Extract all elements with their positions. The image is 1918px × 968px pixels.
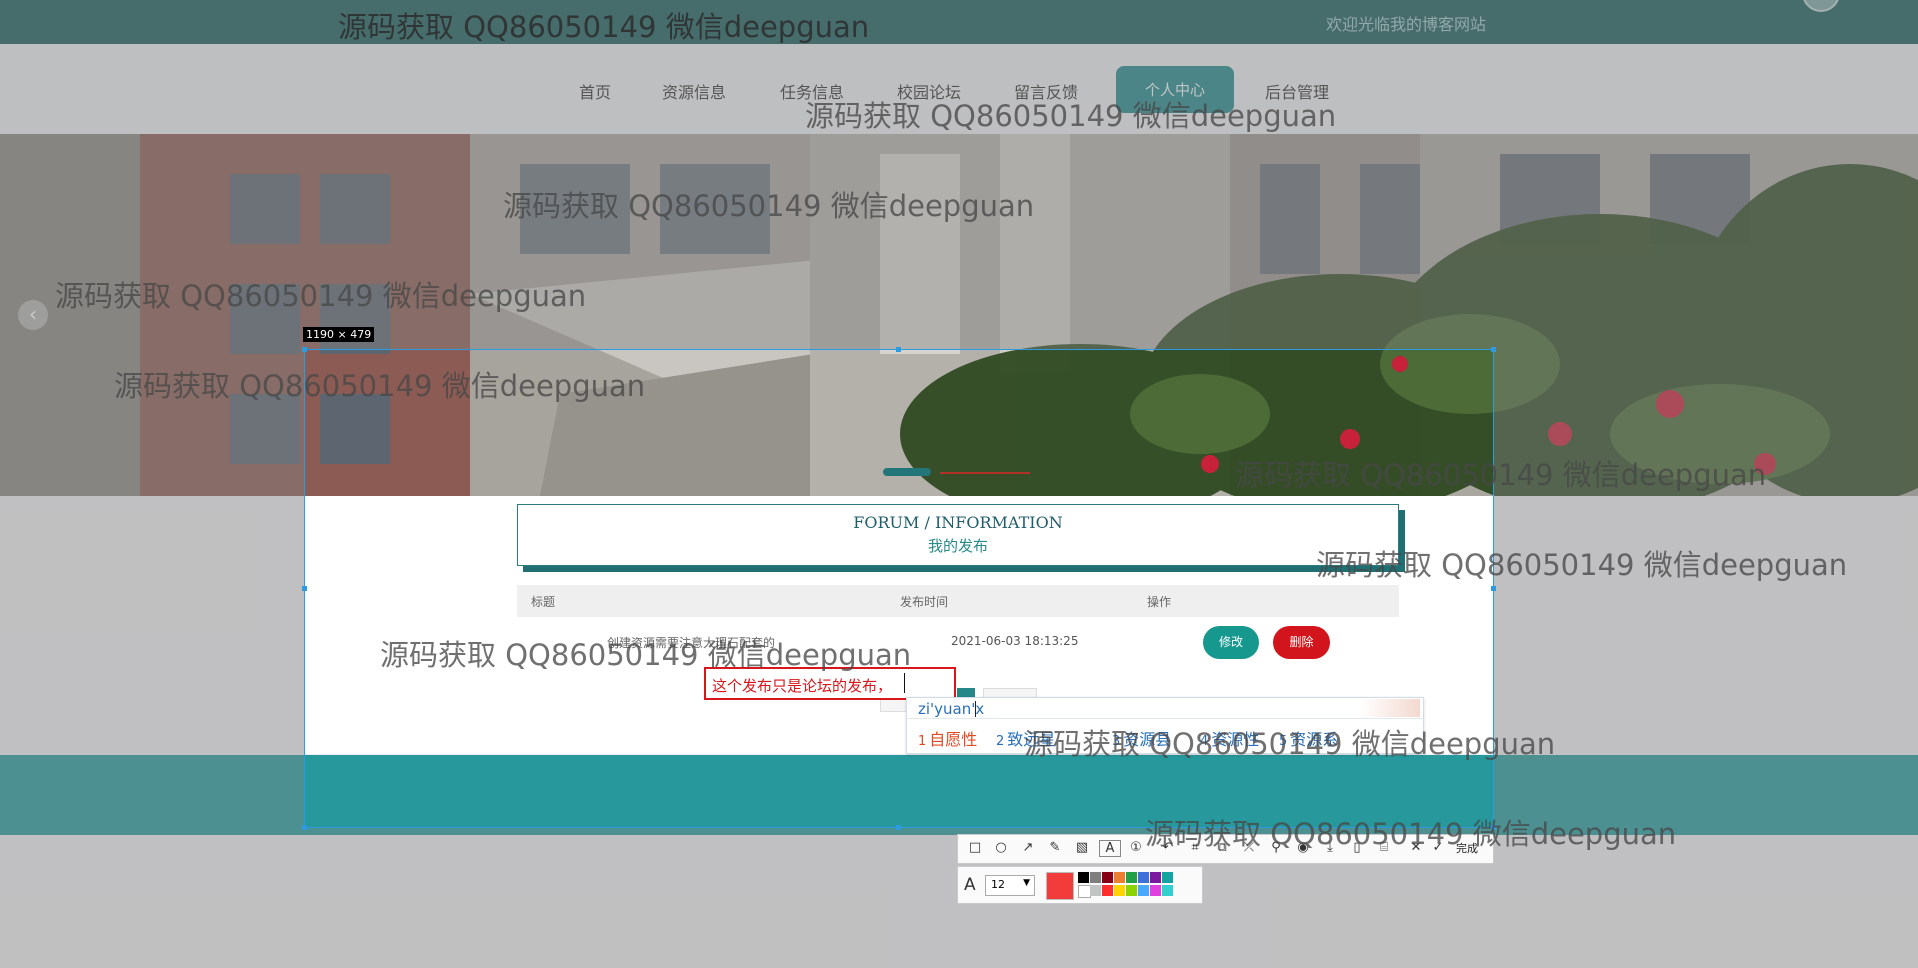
watermark: 源码获取 QQ86050149 微信deepguan [114, 369, 646, 403]
watermark: 源码获取 QQ86050149 微信deepguan [55, 279, 587, 313]
pen-icon[interactable]: ✎ [1045, 840, 1065, 855]
watermark: 源码获取 QQ86050149 微信deepguan [1024, 727, 1556, 761]
color-swatch[interactable] [1078, 872, 1089, 883]
color-swatch[interactable] [1114, 872, 1125, 883]
resize-handle[interactable] [1491, 586, 1496, 591]
color-swatch[interactable] [1138, 872, 1149, 883]
font-size-icon: A [964, 875, 976, 895]
color-swatch[interactable] [1114, 885, 1125, 896]
color-swatch[interactable] [1090, 885, 1101, 896]
resize-handle[interactable] [302, 586, 307, 591]
color-swatch[interactable] [1162, 872, 1173, 883]
ime-candidate-1[interactable]: 1 自愿性 [918, 726, 977, 750]
ime-skin-decoration [1360, 699, 1420, 717]
text-annotation-content[interactable]: 这个发布只是论坛的发布， [712, 675, 892, 696]
watermark: 源码获取 QQ86050149 微信deepguan [380, 638, 912, 672]
watermark: 源码获取 QQ86050149 微信deepguan [805, 99, 1337, 133]
resize-handle[interactable] [302, 825, 307, 830]
capture-dim-right [1494, 349, 1918, 828]
color-swatch[interactable] [1090, 872, 1101, 883]
watermark: 源码获取 QQ86050149 微信deepguan [1316, 548, 1848, 582]
color-swatch[interactable] [1138, 885, 1149, 896]
color-swatch[interactable] [1126, 885, 1137, 896]
mosaic-icon[interactable]: ▧ [1072, 840, 1092, 855]
resize-handle[interactable] [896, 825, 901, 830]
color-swatch[interactable] [1102, 872, 1113, 883]
font-size-select[interactable]: 12 ▼ [985, 875, 1035, 896]
watermark: 源码获取 QQ86050149 微信deepguan [503, 189, 1035, 223]
text-icon[interactable]: A [1099, 840, 1121, 857]
watermark: 源码获取 QQ86050149 微信deepguan [1235, 458, 1767, 492]
chevron-down-icon: ▼ [1023, 878, 1030, 888]
ime-divider [906, 718, 1422, 719]
color-swatch[interactable] [1102, 885, 1113, 896]
color-swatch[interactable] [1150, 885, 1161, 896]
color-swatch[interactable] [1150, 872, 1161, 883]
arrow-icon[interactable]: ↗ [1018, 840, 1038, 855]
color-swatch[interactable] [1126, 872, 1137, 883]
text-caret [904, 673, 905, 693]
color-swatch[interactable] [1162, 885, 1173, 896]
resize-handle[interactable] [896, 347, 901, 352]
resize-handle[interactable] [302, 347, 307, 352]
rectangle-icon[interactable]: □ [965, 840, 985, 855]
capture-size-label: 1190 × 479 [303, 327, 375, 342]
capture-dim-left [0, 349, 304, 828]
ellipse-icon[interactable]: ○ [991, 840, 1011, 855]
watermark: 源码获取 QQ86050149 微信deepguan [338, 10, 870, 44]
number-icon[interactable]: ① [1126, 840, 1146, 855]
ime-caret [975, 701, 976, 717]
watermark: 源码获取 QQ86050149 微信deepguan [1145, 817, 1677, 851]
resize-handle[interactable] [1491, 347, 1496, 352]
current-color-swatch[interactable] [1046, 872, 1074, 900]
